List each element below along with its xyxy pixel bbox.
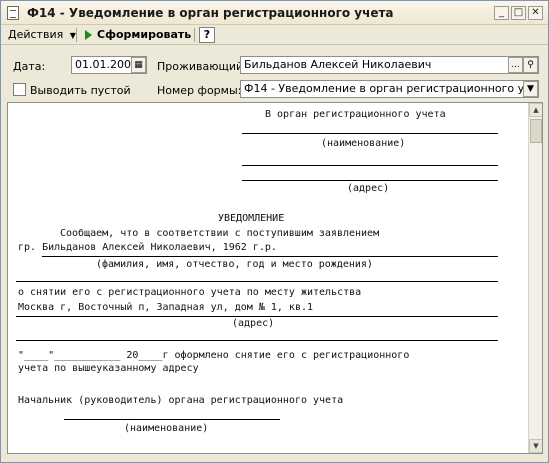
title-bar: Ф14 - Уведомление в орган регистрационно… (1, 1, 548, 25)
document-preview: В орган регистрационного учета (наименов… (7, 102, 543, 454)
body-line-4: Москва г, Восточный п, Западная ул, дом … (18, 302, 314, 313)
address-line (242, 165, 498, 166)
scroll-down-icon[interactable]: ▼ (529, 439, 542, 453)
report-window: Ф14 - Уведомление в орган регистрационно… (0, 0, 549, 463)
notice-heading: УВЕДОМЛЕНИЕ (218, 213, 285, 224)
play-icon (85, 30, 92, 40)
show-empty-checkbox[interactable] (13, 83, 26, 96)
person-caption: (фамилия, имя, отчество, год и место рож… (96, 259, 373, 270)
name-caption: (наименование) (321, 138, 406, 149)
search-icon[interactable]: ⚲ (523, 57, 538, 73)
window-title: Ф14 - Уведомление в орган регистрационно… (27, 6, 394, 20)
vertical-scrollbar[interactable]: ▲ ▼ (528, 103, 542, 453)
chief-name-line (64, 419, 280, 420)
body-line-2: гр. Бильданов Алексей Николаевич, 1962 г… (18, 242, 277, 253)
address-line (16, 316, 498, 317)
address-caption-2: (адрес) (232, 318, 275, 329)
actions-label: Действия (8, 28, 64, 41)
minimize-button[interactable]: _ (494, 6, 509, 20)
date-line-2: учета по вышеуказанному адресу (18, 363, 199, 374)
to-label: В орган регистрационного учета (265, 109, 446, 120)
calendar-icon[interactable]: ▦ (131, 57, 146, 73)
toolbar-separator (194, 28, 195, 42)
chief-line: Начальник (руководитель) органа регистра… (18, 395, 344, 406)
document-icon (7, 6, 19, 20)
separator-line (16, 281, 498, 282)
name-line (242, 133, 498, 134)
body-line-1: Сообщаем, что в соответствии с поступивш… (60, 228, 380, 239)
resident-field[interactable]: Бильданов Алексей Николаевич (240, 56, 539, 74)
close-button[interactable]: ✕ (528, 6, 543, 20)
date-label: Дата: (13, 60, 46, 73)
toolbar-separator (76, 28, 77, 42)
help-button[interactable]: ? (199, 27, 215, 43)
form-number-select[interactable]: Ф14 - Уведомление в орган регистрационно… (240, 80, 539, 98)
address-line (242, 180, 498, 181)
date-line: "____"___________ 20____г оформлено снят… (18, 350, 410, 361)
select-resident-button[interactable]: ... (508, 57, 523, 73)
generate-button[interactable]: Сформировать (97, 27, 191, 43)
name-caption-2: (наименование) (124, 423, 209, 434)
toolbar: Действия ▼ Сформировать ? (1, 25, 548, 45)
scroll-thumb[interactable] (530, 119, 542, 143)
maximize-button[interactable]: □ (511, 6, 526, 20)
form-number-label: Номер формы: (157, 84, 242, 97)
address-caption: (адрес) (347, 183, 390, 194)
show-empty-label: Выводить пустой (30, 84, 131, 97)
scroll-up-icon[interactable]: ▲ (529, 103, 542, 117)
resident-label: Проживающий: (157, 60, 247, 73)
person-line (42, 256, 498, 257)
chevron-down-icon: ▼ (69, 31, 76, 40)
chevron-down-icon[interactable]: ▼ (523, 81, 538, 97)
body-line-3: о снятии его с регистрационного учета по… (18, 287, 362, 298)
separator-line (16, 340, 498, 341)
actions-menu[interactable]: Действия ▼ (8, 27, 76, 43)
